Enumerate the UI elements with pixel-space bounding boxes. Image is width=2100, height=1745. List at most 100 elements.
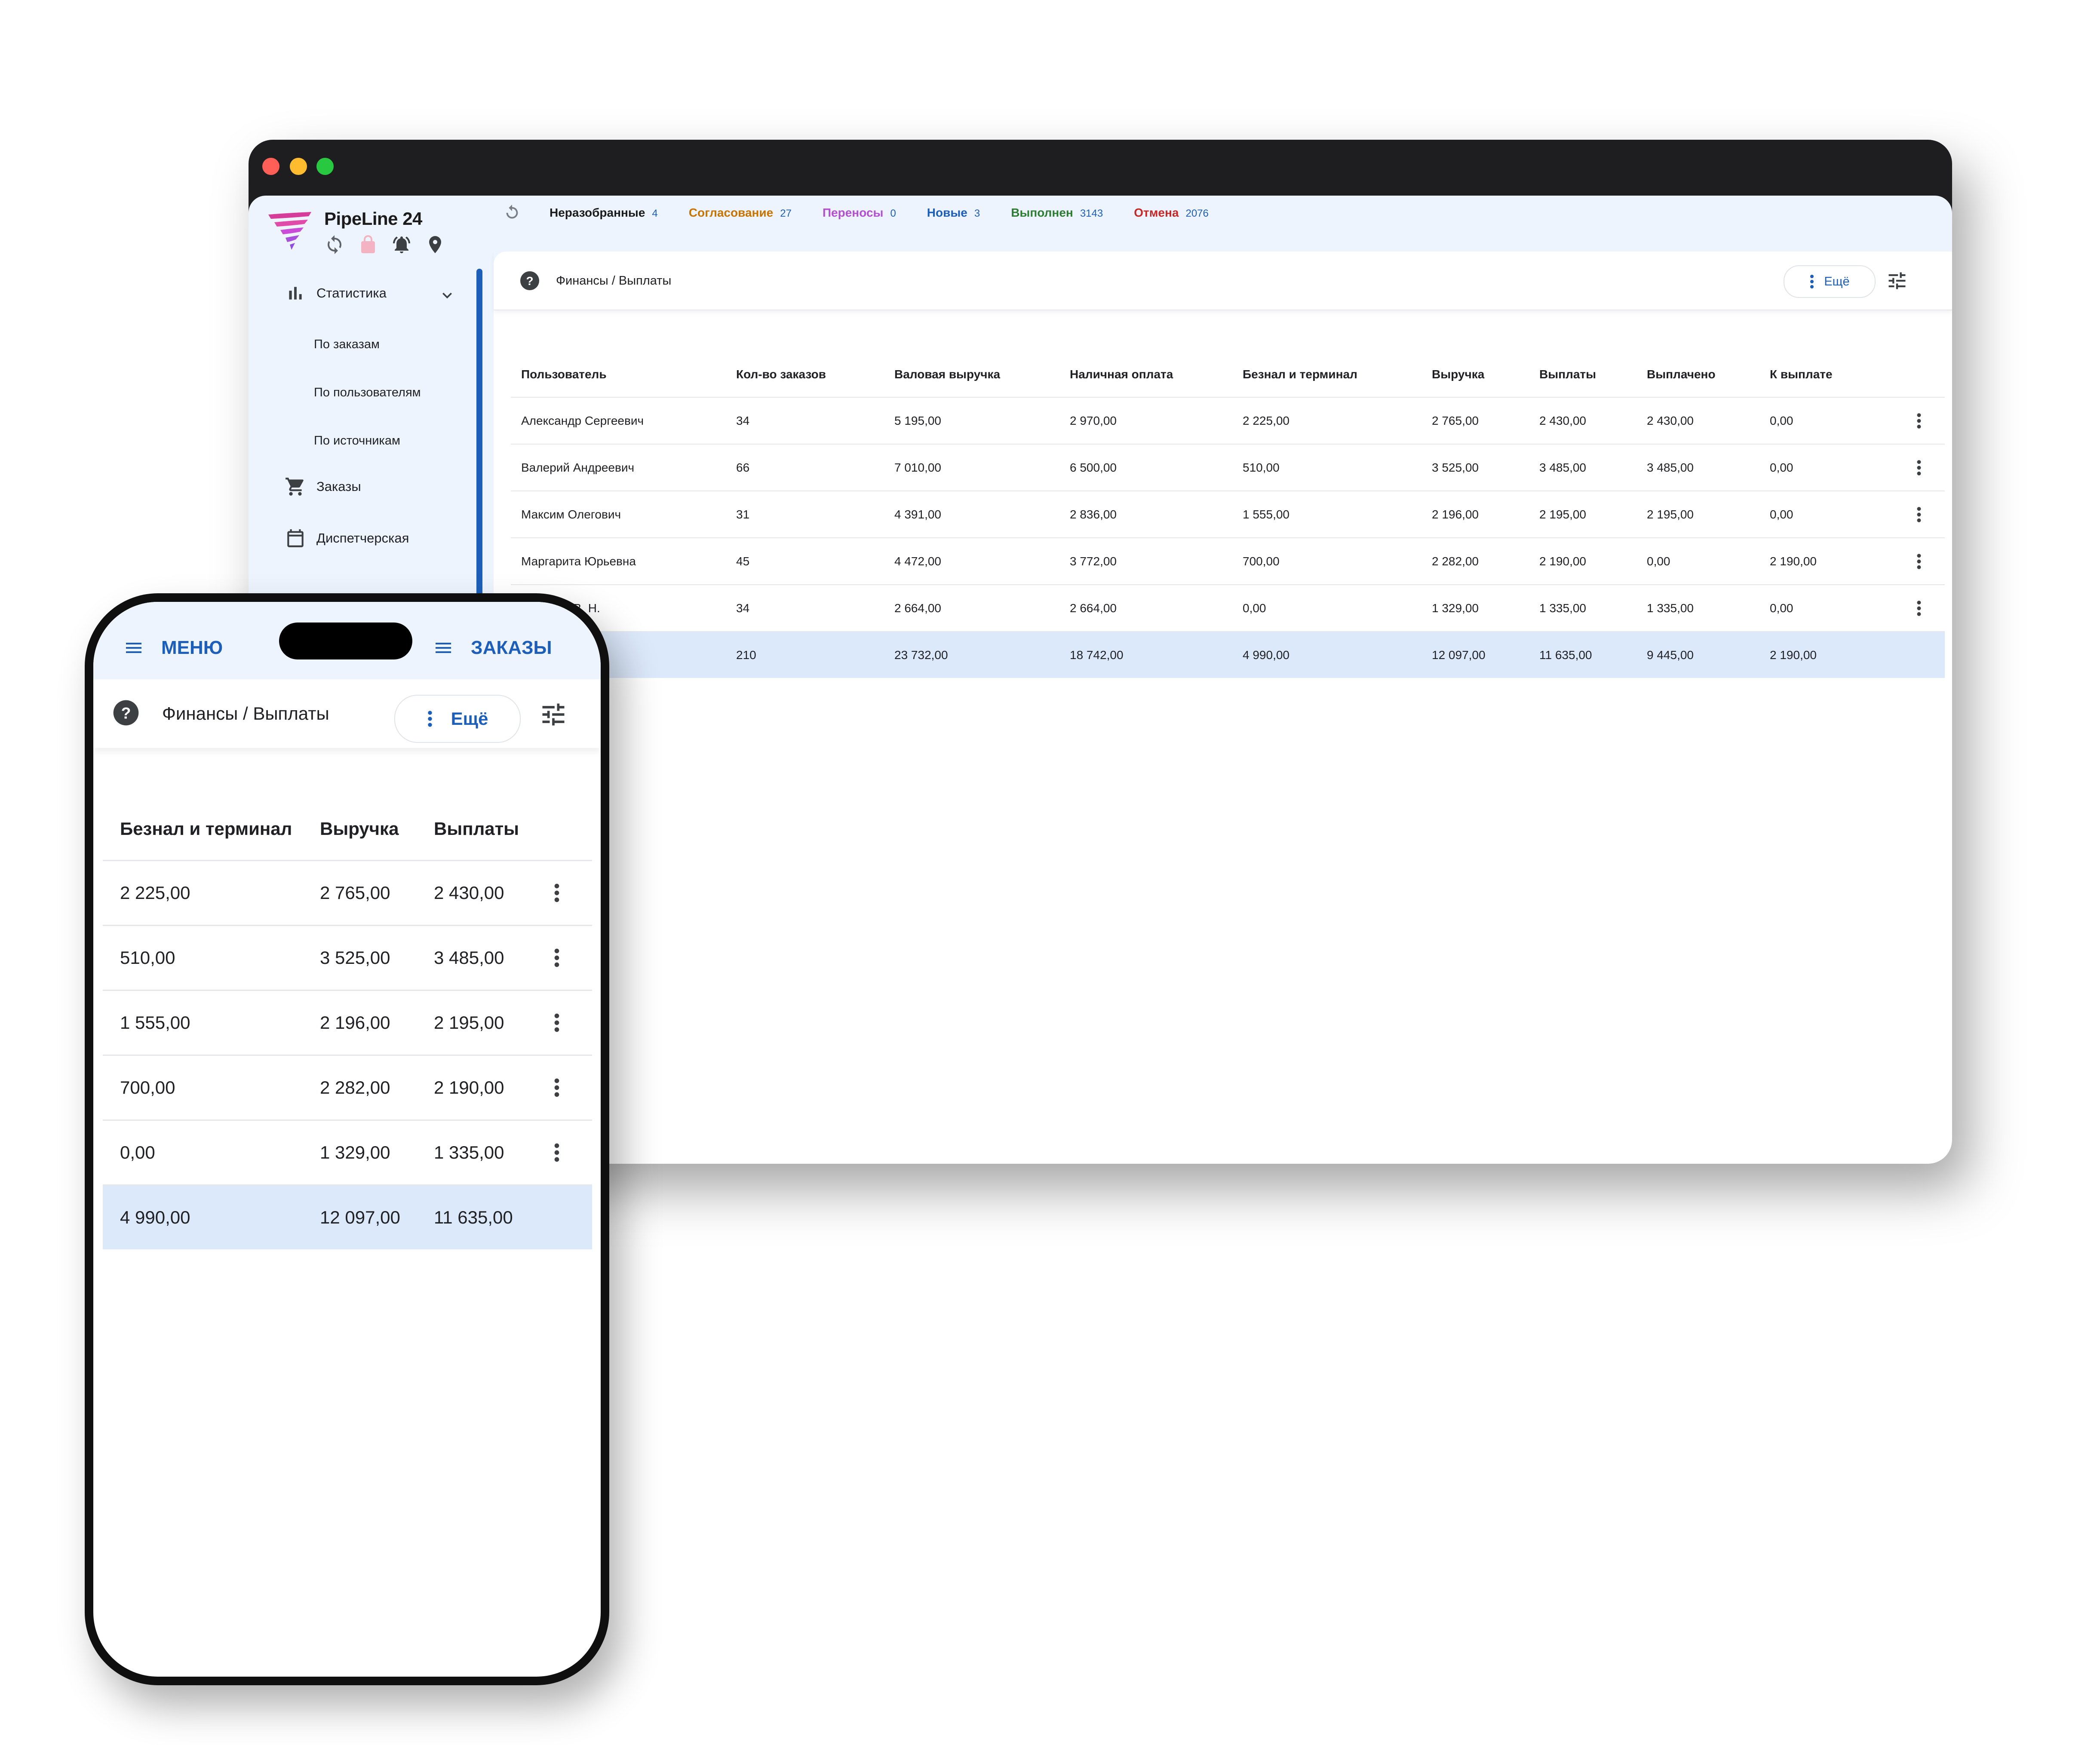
menu-label: МЕНЮ — [161, 637, 223, 658]
table-cell: Валерий Андреевич — [521, 460, 635, 474]
table-row[interactable]: Александр Сергеевич 34 5 195,00 2 970,00 2 2… — [511, 398, 1945, 445]
table-cell: 2 430,00 — [1647, 414, 1694, 427]
sidebar-subitem-by-sources[interactable]: По источникам — [314, 434, 400, 448]
more-vert-icon — [554, 1013, 559, 1032]
total-cell: 4 990,00 — [120, 1207, 190, 1227]
total-cell: 4 990,00 — [1243, 648, 1289, 662]
row-actions-button[interactable] — [553, 1056, 560, 1119]
window-titlebar — [249, 140, 1952, 196]
help-icon[interactable]: ? — [519, 270, 540, 291]
alarm-icon[interactable] — [391, 234, 412, 255]
totals-row: 4 990,00 12 097,00 11 635,00 — [103, 1186, 592, 1249]
table-row[interactable]: 0,00 1 329,00 1 335,00 — [103, 1121, 592, 1186]
logo-icon — [267, 210, 314, 253]
phone-top-bar: МЕНЮ ЗАКАЗЫ — [93, 602, 601, 679]
total-cell: 11 635,00 — [1539, 648, 1592, 662]
lock-icon[interactable] — [358, 234, 378, 255]
table-cell: 3 485,00 — [1539, 460, 1586, 474]
row-actions-button[interactable] — [1916, 491, 1922, 537]
tune-icon[interactable] — [539, 700, 568, 729]
table-cell: 2 970,00 — [1070, 414, 1117, 427]
sidebar-item-statistics[interactable]: Статистика — [249, 282, 387, 304]
refresh-icon[interactable] — [502, 203, 522, 223]
row-actions-button[interactable] — [553, 991, 560, 1055]
row-actions-button[interactable] — [1916, 585, 1922, 631]
table-row[interactable]: 2 225,00 2 765,00 2 430,00 — [103, 861, 592, 926]
status-tab[interactable]: Отмена 2076 — [1134, 206, 1209, 220]
column-header: Кол-во заказов — [736, 368, 826, 381]
card-header: ? Финансы / Выплаты Ещё — [494, 251, 1952, 310]
status-tab-label: Согласование — [688, 206, 774, 219]
table-row[interactable]: Маргарита Юрьевна 45 4 472,00 3 772,00 700,0… — [511, 538, 1945, 585]
breadcrumb: Финансы / Выплаты — [556, 274, 672, 288]
table-cell: 2 765,00 — [320, 883, 390, 903]
table-row[interactable]: Максим Олегович 31 4 391,00 2 836,00 1 555,0… — [511, 491, 1945, 538]
hamburger-icon — [126, 643, 141, 653]
table-row[interactable]: 700,00 2 282,00 2 190,00 — [103, 1056, 592, 1121]
status-tab-count: 3143 — [1080, 208, 1103, 219]
status-tab[interactable]: Выполнен 3143 — [1011, 206, 1103, 220]
menu-button[interactable]: МЕНЮ — [123, 637, 223, 659]
table-cell: 2 190,00 — [1770, 554, 1817, 568]
more-vert-icon — [554, 948, 559, 967]
sidebar-item-dispatch[interactable]: Диспетчерская — [249, 527, 409, 549]
more-vert-icon — [554, 1143, 559, 1162]
more-button[interactable]: Ещё — [1784, 265, 1876, 298]
help-icon[interactable]: ? — [112, 699, 140, 727]
minimize-window-button[interactable] — [290, 158, 307, 175]
status-tab-label: Неразобранные — [550, 206, 645, 219]
location-icon[interactable] — [425, 234, 445, 255]
close-window-button[interactable] — [262, 158, 279, 175]
status-tab-label: Отмена — [1134, 206, 1179, 219]
sidebar-subitem-by-orders[interactable]: По заказам — [314, 337, 380, 352]
sync-icon[interactable] — [324, 234, 345, 255]
more-vert-icon — [1917, 553, 1921, 569]
status-tab[interactable]: Новые 3 — [927, 206, 980, 220]
table-row[interactable]: 1 555,00 2 196,00 2 195,00 — [103, 991, 592, 1056]
row-actions-button[interactable] — [553, 1121, 560, 1184]
table-row[interactable]: 510,00 3 525,00 3 485,00 — [103, 926, 592, 991]
column-header: Валовая выручка — [894, 368, 1001, 381]
column-header: Пользователь — [521, 368, 607, 381]
table-cell: Маргарита Юрьевна — [521, 554, 636, 568]
table-cell: 2 195,00 — [1647, 507, 1694, 521]
table-cell: 2 196,00 — [1432, 507, 1479, 521]
row-actions-button[interactable] — [553, 861, 560, 925]
status-tab[interactable]: Неразобранные 4 — [550, 206, 658, 220]
orders-button[interactable]: ЗАКАЗЫ — [433, 637, 552, 659]
table-cell: 0,00 — [120, 1142, 155, 1162]
phone-screen: МЕНЮ ЗАКАЗЫ ? Финансы / Выплаты Ещё Безн… — [93, 602, 601, 1677]
tune-icon[interactable] — [1886, 270, 1908, 292]
more-vert-icon — [427, 711, 432, 727]
table-cell: 0,00 — [1770, 601, 1793, 615]
dynamic-island — [279, 623, 412, 659]
orders-label: ЗАКАЗЫ — [471, 637, 552, 658]
sidebar-subitem-by-users[interactable]: По пользователям — [314, 386, 421, 400]
column-header: Безнал и терминал — [1243, 368, 1357, 381]
table-cell: 700,00 — [120, 1077, 175, 1098]
sidebar-item-orders[interactable]: Заказы — [249, 476, 361, 497]
table-cell: 2 430,00 — [1539, 414, 1586, 427]
row-actions-button[interactable] — [1916, 538, 1922, 584]
status-tab-count: 0 — [890, 208, 896, 219]
table-cell: 2 190,00 — [1539, 554, 1586, 568]
row-actions-button[interactable] — [1916, 445, 1922, 491]
row-actions-button[interactable] — [553, 926, 560, 990]
table-cell: 2 225,00 — [120, 883, 190, 903]
more-vert-icon — [1810, 275, 1814, 288]
table-cell: 1 555,00 — [1243, 507, 1289, 521]
table-cell: 2 664,00 — [1070, 601, 1117, 615]
status-tab[interactable]: Согласование 27 — [689, 206, 792, 220]
table-row[interactable]: Сидоров В. Н.342 664,002 664,000,001 329… — [511, 585, 1945, 632]
table-row[interactable]: Валерий Андреевич 66 7 010,00 6 500,00 510,0… — [511, 445, 1945, 491]
chevron-down-icon[interactable] — [438, 286, 457, 305]
row-actions-button[interactable] — [1916, 398, 1922, 444]
table-cell: 2 836,00 — [1070, 507, 1117, 521]
more-button[interactable]: Ещё — [394, 695, 521, 743]
table-cell: 3 525,00 — [320, 948, 390, 968]
status-tab-count: 3 — [974, 208, 980, 219]
total-cell: 11 635,00 — [434, 1207, 513, 1227]
total-cell: 23 732,00 — [894, 648, 948, 662]
status-tab[interactable]: Переносы 0 — [823, 206, 896, 220]
maximize-window-button[interactable] — [316, 158, 334, 175]
